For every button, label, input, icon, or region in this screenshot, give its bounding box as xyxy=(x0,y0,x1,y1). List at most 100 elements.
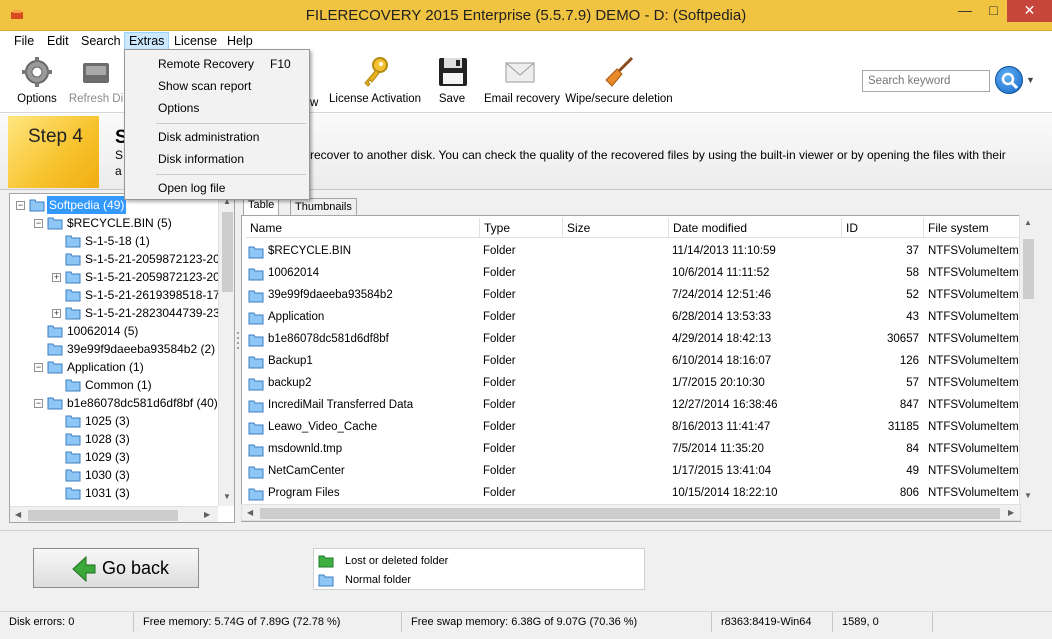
table-row[interactable]: NetCamCenter Folder 1/17/2015 13:41:04 49 NT… xyxy=(242,460,1020,482)
broom-icon xyxy=(605,56,634,87)
table-row[interactable]: $RECYCLE.BIN Folder 11/14/2013 11:10:59 37 N… xyxy=(242,240,1020,262)
folder-tree[interactable]: − Softpedia (49) − $RECYCLE.BIN (5) S-1-5-18… xyxy=(9,193,235,523)
cell-fs: NTFSVolumeItem xyxy=(928,311,1019,323)
table-hscroll-thumb[interactable] xyxy=(260,508,1000,519)
collapse-icon[interactable]: − xyxy=(34,219,43,228)
folder-icon xyxy=(47,361,63,374)
cell-name: backup2 xyxy=(268,377,312,389)
status-free-memory: Free memory: 5.74G of 7.89G (72.78 %) xyxy=(134,612,402,632)
key-icon xyxy=(364,57,388,87)
cell-id: 52 xyxy=(906,289,919,301)
tree-horizontal-scrollbar[interactable]: ◀ ▶ xyxy=(10,506,218,522)
cell-fs: NTFSVolumeItem xyxy=(928,443,1019,455)
tree-vertical-scrollbar[interactable]: ▲ ▼ xyxy=(218,194,234,506)
table-row[interactable]: 10062014 Folder 10/6/2014 11:11:52 58 NTFSVo… xyxy=(242,262,1020,284)
refresh-disk-button[interactable]: Refresh Di xyxy=(66,55,126,109)
step-line1-lead: S xyxy=(115,148,124,162)
search-input[interactable] xyxy=(862,70,990,92)
collapse-icon[interactable]: − xyxy=(34,399,43,408)
cell-fs: NTFSVolumeItem xyxy=(928,487,1019,499)
menu-item-disk-administration[interactable]: Disk administration xyxy=(127,127,307,147)
menu-file[interactable]: File xyxy=(10,32,38,51)
table-row[interactable]: backup2 Folder 1/7/2015 20:10:30 57 NTFSVolu… xyxy=(242,372,1020,394)
column-header-filesystem[interactable]: File system xyxy=(924,218,1020,238)
wipe-label: Wipe/secure deletion xyxy=(565,93,673,105)
collapse-icon[interactable]: − xyxy=(34,363,43,372)
tab-thumbnails[interactable]: Thumbnails xyxy=(290,198,357,215)
options-button[interactable]: Options xyxy=(14,55,60,109)
search-dropdown-icon[interactable]: ▼ xyxy=(1026,75,1035,85)
folder-icon xyxy=(248,488,264,501)
email-recovery-button[interactable]: Email recovery xyxy=(484,55,560,109)
menu-item-show-scan-report[interactable]: Show scan report xyxy=(127,76,307,96)
cell-id: 847 xyxy=(899,399,919,411)
folder-icon xyxy=(248,466,264,479)
maximize-button[interactable]: □ xyxy=(980,0,1007,22)
table-row[interactable]: Leawo_Video_Cache Folder 8/16/2013 11:41:4… xyxy=(242,416,1020,438)
splitter-handle[interactable] xyxy=(236,330,240,350)
floppy-save-icon xyxy=(439,58,467,86)
table-horizontal-scrollbar[interactable]: ◀ ▶ xyxy=(241,504,1021,521)
collapse-icon[interactable]: − xyxy=(16,201,25,210)
table-row[interactable]: Program Files Folder 10/15/2014 18:22:10 80… xyxy=(242,482,1020,504)
tree-hscroll-thumb[interactable] xyxy=(28,510,178,521)
search-icon xyxy=(1001,72,1019,90)
cell-date: 1/7/2015 20:10:30 xyxy=(672,377,765,389)
scroll-down-icon[interactable]: ▼ xyxy=(1024,491,1032,500)
menu-search[interactable]: Search xyxy=(77,32,125,51)
menu-item-options[interactable]: Options xyxy=(127,98,307,118)
menu-item-open-log-file[interactable]: Open log file xyxy=(127,178,307,198)
table-row[interactable]: Backup1 Folder 6/10/2014 18:16:07 126 NTFSVo… xyxy=(242,350,1020,372)
table-row[interactable]: 39e99f9daeeba93584b2 Folder 7/24/2014 12:5… xyxy=(242,284,1020,306)
menu-item-disk-information[interactable]: Disk information xyxy=(127,149,307,169)
scroll-right-icon[interactable]: ▶ xyxy=(204,510,210,519)
column-header-name[interactable]: Name xyxy=(246,218,480,238)
search-button[interactable] xyxy=(995,66,1023,94)
tree-item-label: S-1-5-21-2823044739-23 xyxy=(85,306,220,320)
table-row[interactable]: msdownld.tmp Folder 7/5/2014 11:35:20 84 NTF… xyxy=(242,438,1020,460)
save-button[interactable]: Save xyxy=(436,55,468,109)
scroll-right-icon[interactable]: ▶ xyxy=(1008,508,1014,517)
column-header-size[interactable]: Size xyxy=(563,218,669,238)
cell-type: Folder xyxy=(483,245,516,257)
column-header-id[interactable]: ID xyxy=(842,218,924,238)
step-label: Step 4 xyxy=(28,126,83,147)
license-activation-button[interactable]: License Activation xyxy=(329,55,421,109)
legend-normal-label: Normal folder xyxy=(345,574,412,586)
tree-scroll-thumb[interactable] xyxy=(222,212,233,292)
scroll-left-icon[interactable]: ◀ xyxy=(15,510,21,519)
disk-icon xyxy=(83,63,109,83)
minimize-button[interactable]: — xyxy=(951,0,979,22)
scroll-left-icon[interactable]: ◀ xyxy=(247,508,253,517)
scroll-up-icon[interactable]: ▲ xyxy=(1024,218,1032,227)
cell-id: 49 xyxy=(906,465,919,477)
expand-icon[interactable]: + xyxy=(52,309,61,318)
table-row[interactable]: b1e86078dc581d6df8bf Folder 4/29/2014 18:4… xyxy=(242,328,1020,350)
cell-name: 10062014 xyxy=(268,267,320,279)
folder-icon xyxy=(248,378,264,391)
table-row[interactable]: Application Folder 6/28/2014 13:53:33 43 NTF… xyxy=(242,306,1020,328)
table-scroll-thumb[interactable] xyxy=(1023,239,1034,299)
tree-item-label: 1031 (3) xyxy=(85,486,130,500)
menu-separator xyxy=(156,174,306,175)
tree-item-label: $RECYCLE.BIN (5) xyxy=(67,216,172,230)
close-button[interactable]: ✕ xyxy=(1007,0,1052,22)
menu-edit[interactable]: Edit xyxy=(43,32,73,51)
go-back-button[interactable]: Go back xyxy=(33,548,199,588)
folder-icon xyxy=(65,235,81,248)
menu-separator xyxy=(156,123,306,124)
folder-icon xyxy=(248,400,264,413)
expand-icon[interactable]: + xyxy=(52,273,61,282)
column-header-type[interactable]: Type xyxy=(480,218,563,238)
cell-fs: NTFSVolumeItem xyxy=(928,465,1019,477)
menu-item-remote-recovery[interactable]: Remote Recovery F10 xyxy=(127,54,307,74)
cell-name: b1e86078dc581d6df8bf xyxy=(268,333,389,345)
table-vertical-scrollbar[interactable]: ▲ ▼ xyxy=(1019,215,1036,505)
options-label: Options xyxy=(17,93,57,105)
scroll-down-icon[interactable]: ▼ xyxy=(223,492,231,501)
wipe-deletion-button[interactable]: Wipe/secure deletion xyxy=(565,55,673,109)
license-label: License Activation xyxy=(329,93,422,105)
table-row[interactable]: IncrediMail Transferred Data Folder 12/27/… xyxy=(242,394,1020,416)
folder-icon xyxy=(65,487,81,500)
column-header-date[interactable]: Date modified xyxy=(669,218,842,238)
